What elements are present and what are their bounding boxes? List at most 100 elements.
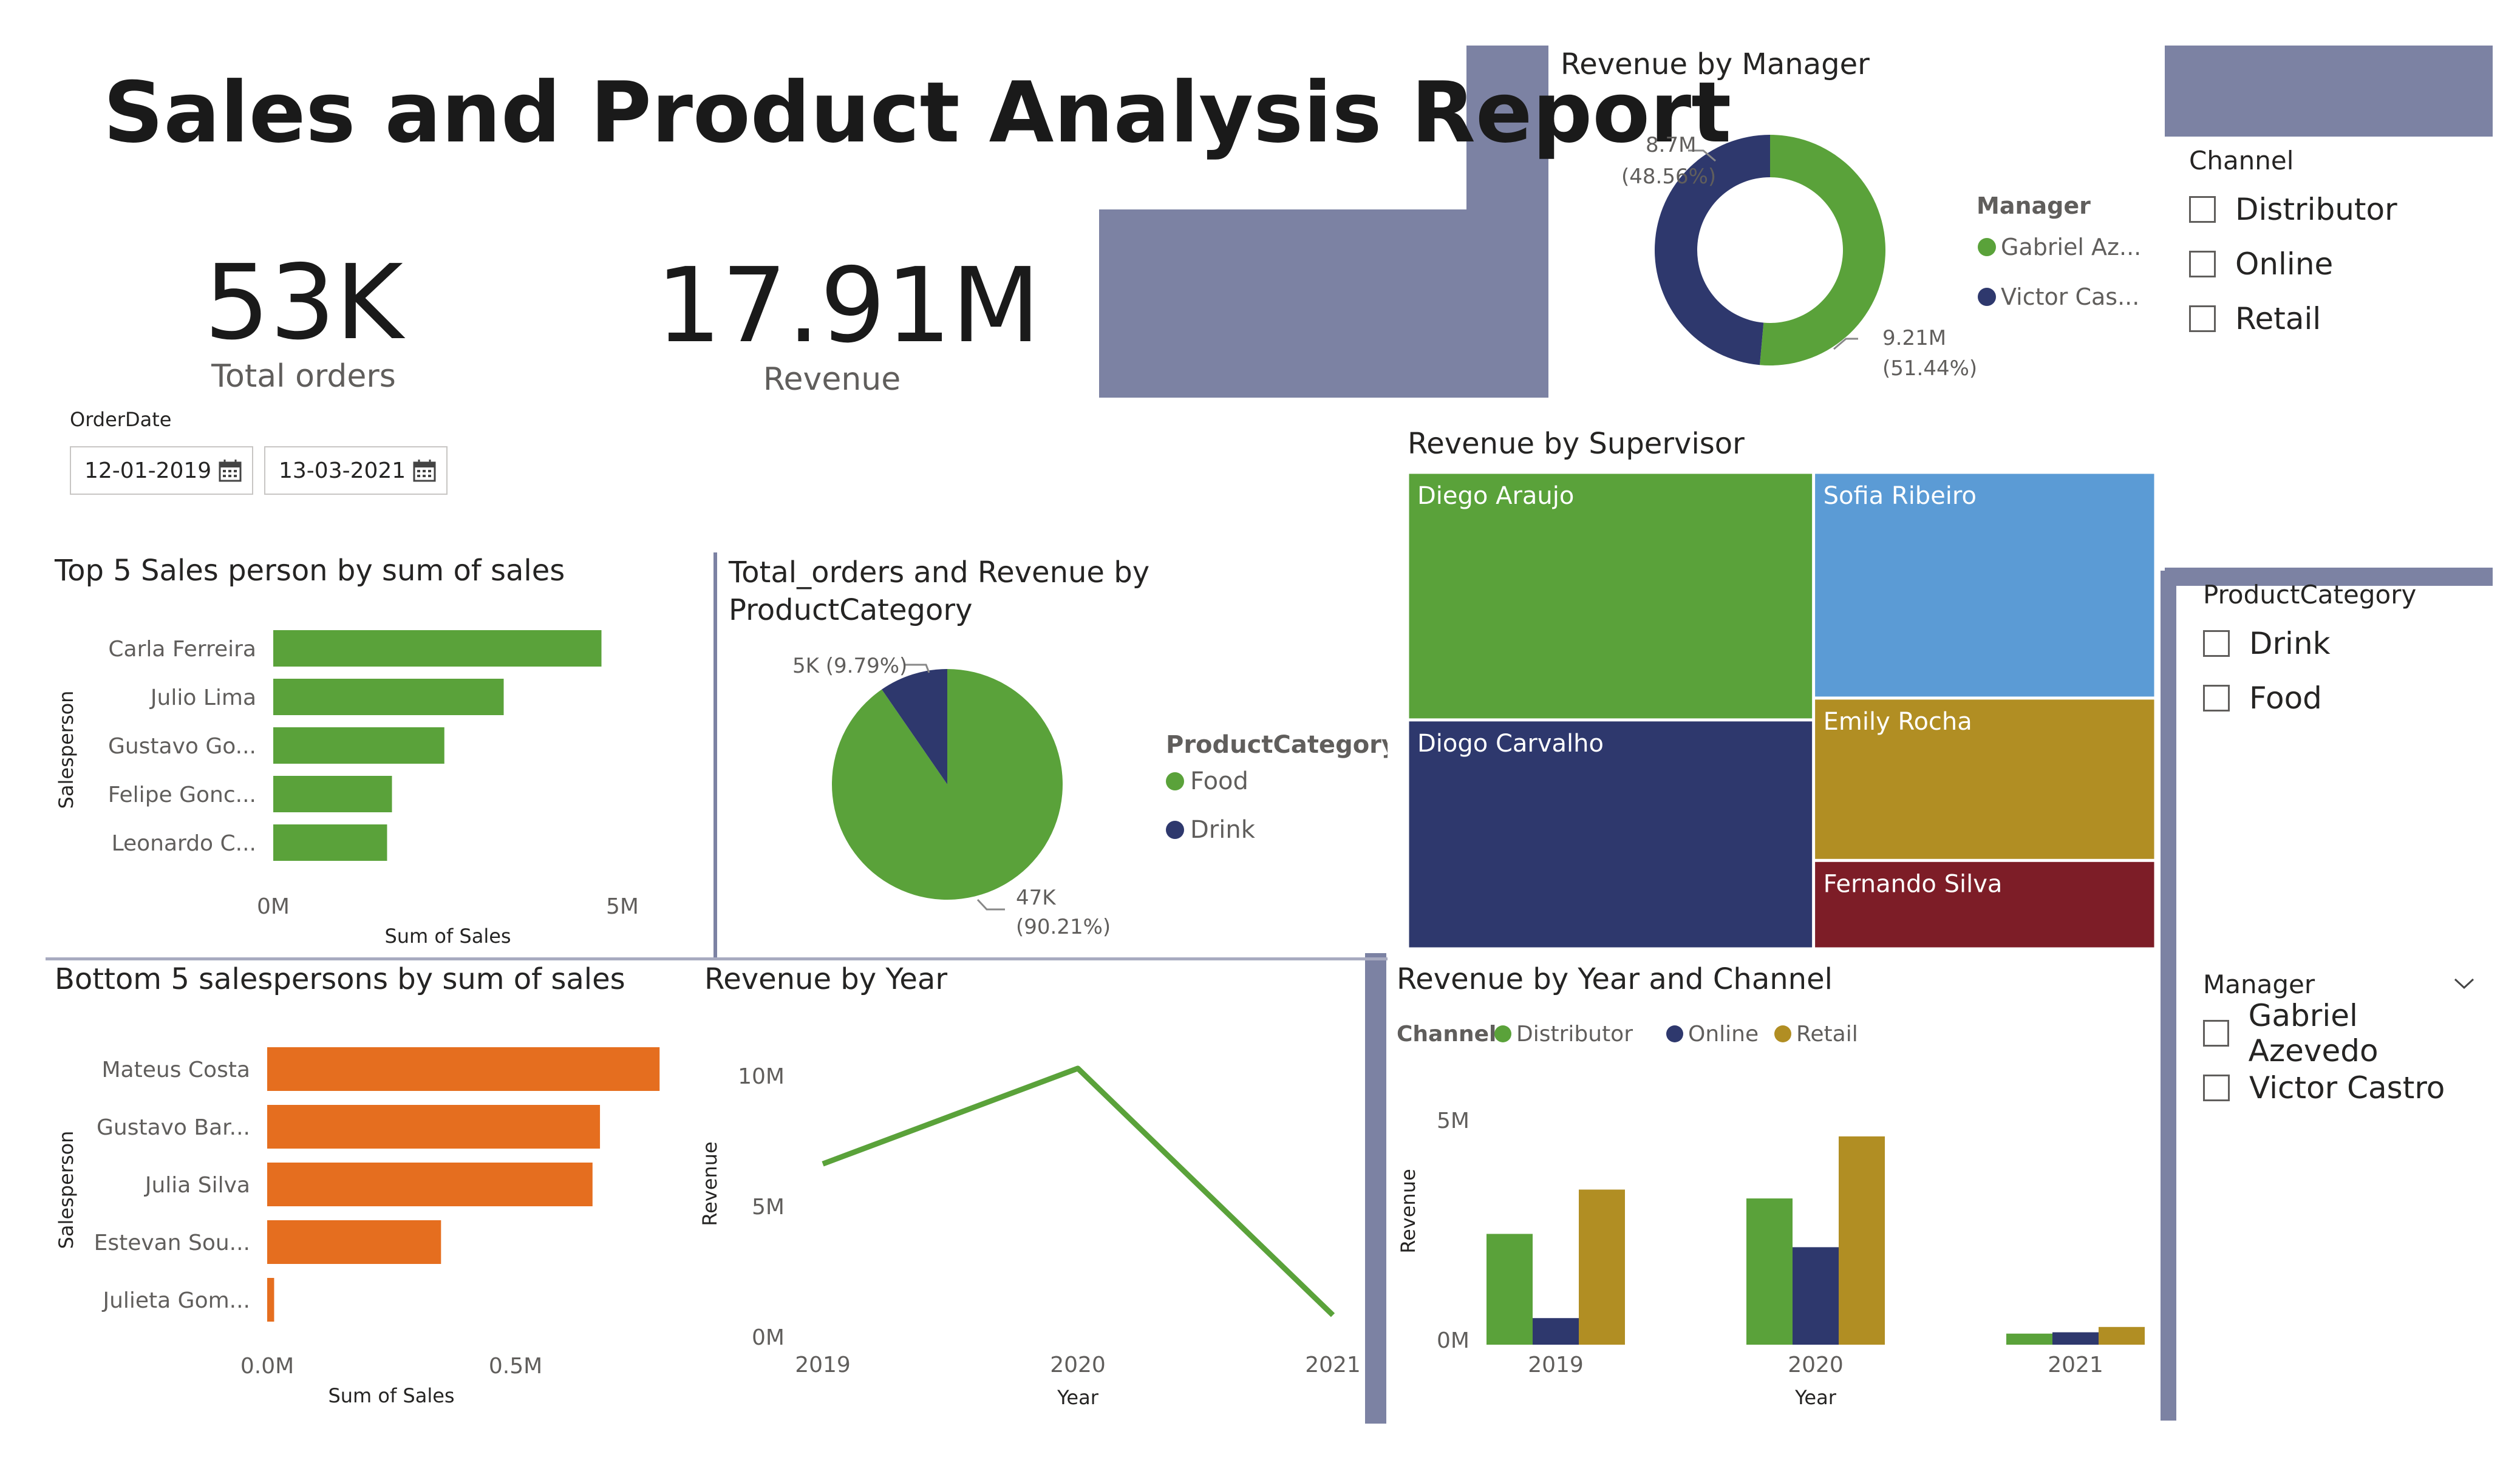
revenue-kpi-label: Revenue xyxy=(763,361,901,398)
bar xyxy=(267,1047,660,1091)
y-tick-label: 10M xyxy=(738,1064,785,1089)
legend-marker xyxy=(1978,238,1996,256)
category-label: Julio Lima xyxy=(149,685,256,710)
chevron-down-icon[interactable] xyxy=(2452,974,2476,995)
bar xyxy=(1746,1198,1793,1345)
bar xyxy=(1839,1136,1885,1345)
legend-label: Victor Cas... xyxy=(2001,284,2139,310)
order-date-end[interactable]: 13-03-2021 xyxy=(264,446,448,495)
checkbox[interactable] xyxy=(2189,196,2216,223)
leader-line xyxy=(976,898,1005,911)
y-tick-label: 5M xyxy=(752,1195,785,1220)
manager-donut-chart: 8.7M (48.56%) 9.21M (51.44%) Manager Gabriel … xyxy=(1621,133,2141,381)
legend-title: Manager xyxy=(1977,192,2091,219)
bar xyxy=(273,824,387,861)
supervisor-treemap: Diego Araujo Diogo Carvalho Sofia Ribeiro E… xyxy=(1409,474,2154,948)
category-label: Estevan Sou... xyxy=(94,1231,250,1255)
x-tick-label: 2020 xyxy=(1788,1353,1844,1377)
channel-option-online[interactable]: Online xyxy=(2189,237,2481,291)
x-tick-label: 2021 xyxy=(2048,1353,2103,1377)
decor-block-top-right xyxy=(2165,46,2493,137)
channel-slicer: Channel Distributor Online Retail xyxy=(2189,146,2481,346)
calendar-icon[interactable] xyxy=(218,458,242,488)
channel-option-label: Retail xyxy=(2235,301,2321,336)
slice-label: 47K xyxy=(1016,886,1057,910)
bottom5-bar-chart: Mateus Costa Gustavo Bar... Julia Silva Est… xyxy=(55,1047,660,1407)
legend-marker xyxy=(1978,288,1996,306)
orders-kpi-label: Total orders xyxy=(211,358,396,395)
treemap-label: Fernando Silva xyxy=(1824,870,2003,898)
manager-option-victor[interactable]: Victor Castro xyxy=(2203,1061,2488,1115)
order-date-label: OrderDate xyxy=(70,408,172,431)
legend-label: Online xyxy=(1688,1022,1759,1047)
treemap-label: Sofia Ribeiro xyxy=(1824,482,1977,510)
x-tick-label: 5M xyxy=(606,894,639,919)
treemap-tile xyxy=(1409,474,1813,719)
category-label: Julieta Gom... xyxy=(101,1288,250,1313)
y-axis-title: Revenue xyxy=(698,1141,721,1226)
category-label: Leonardo C... xyxy=(112,831,256,856)
bar xyxy=(273,679,504,715)
bar xyxy=(273,776,392,812)
x-axis-title: Year xyxy=(1794,1386,1837,1409)
top5-chart-title: Top 5 Sales person by sum of sales xyxy=(55,554,565,588)
bottom5-chart-title: Bottom 5 salespersons by sum of sales xyxy=(55,962,625,996)
category-label: Carla Ferreira xyxy=(108,637,256,662)
bar xyxy=(2006,1333,2052,1345)
x-axis-title: Sum of Sales xyxy=(328,1384,454,1407)
bar xyxy=(267,1278,274,1322)
slice-label: (51.44%) xyxy=(1882,356,1977,381)
category-label: Gustavo Go... xyxy=(108,734,256,759)
product-category-option-label: Food xyxy=(2249,681,2322,716)
y-axis-title: Salesperson xyxy=(55,1131,78,1249)
slice-label: 8.7M xyxy=(1646,133,1696,157)
y-axis-title: Salesperson xyxy=(55,691,78,809)
top5-bar-chart: Carla Ferreira Julio Lima Gustavo Go... Fel… xyxy=(55,630,639,948)
legend-marker xyxy=(1166,772,1184,790)
category-label: Gustavo Bar... xyxy=(97,1115,250,1140)
bar xyxy=(1533,1318,1579,1345)
legend-label: Drink xyxy=(1190,816,1256,844)
legend-marker xyxy=(1494,1025,1511,1042)
checkbox[interactable] xyxy=(2203,1075,2230,1101)
manager-option-gabriel[interactable]: Gabriel Azevedo xyxy=(2203,998,2488,1068)
legend-label: Gabriel Az... xyxy=(2001,234,2141,260)
category-label: Mateus Costa xyxy=(102,1058,251,1082)
channel-option-distributor[interactable]: Distributor xyxy=(2189,182,2481,237)
category-label: Julia Silva xyxy=(144,1173,250,1198)
category-pie-title: Total_orders and Revenue by ProductCateg… xyxy=(729,555,1150,627)
product-category-option-food[interactable]: Food xyxy=(2203,671,2482,725)
category-label: Felipe Gonc... xyxy=(108,783,256,807)
order-date-start-text: 12-01-2019 xyxy=(84,458,212,483)
checkbox[interactable] xyxy=(2189,251,2216,277)
slice-label: (48.56%) xyxy=(1621,165,1716,189)
checkbox[interactable] xyxy=(2203,630,2230,657)
bar xyxy=(273,727,444,764)
bar xyxy=(1793,1247,1839,1345)
product-category-slicer-title: ProductCategory xyxy=(2203,580,2417,610)
checkbox[interactable] xyxy=(2203,1020,2229,1047)
slice-label: 5K (9.79%) xyxy=(792,654,907,678)
treemap-label: Diogo Carvalho xyxy=(1417,730,1604,758)
bar xyxy=(267,1163,593,1206)
calendar-icon[interactable] xyxy=(412,458,437,488)
treemap-label: Diego Araujo xyxy=(1417,482,1574,510)
revenue-year-title: Revenue by Year xyxy=(704,962,948,996)
x-tick-label: 2021 xyxy=(1305,1353,1361,1377)
legend-marker xyxy=(1774,1025,1791,1042)
legend-title: ProductCategory xyxy=(1166,731,1388,759)
bar xyxy=(273,630,602,667)
decor-divider-3 xyxy=(1365,953,1386,1424)
legend-label: Distributor xyxy=(1516,1022,1633,1047)
order-date-start[interactable]: 12-01-2019 xyxy=(70,446,253,495)
x-tick-label: 0.0M xyxy=(240,1354,294,1379)
manager-slicer-title: Manager xyxy=(2203,970,2315,999)
bar xyxy=(267,1105,601,1149)
channel-option-label: Distributor xyxy=(2235,192,2397,227)
x-axis-title: Year xyxy=(1057,1386,1099,1409)
channel-option-retail[interactable]: Retail xyxy=(2189,291,2481,346)
checkbox[interactable] xyxy=(2189,305,2216,332)
checkbox[interactable] xyxy=(2203,685,2230,712)
product-category-option-drink[interactable]: Drink xyxy=(2203,616,2482,671)
bar xyxy=(1486,1234,1533,1345)
